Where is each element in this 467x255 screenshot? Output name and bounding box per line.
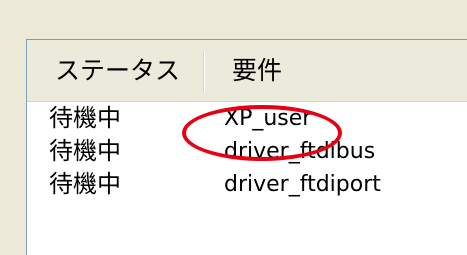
list-row[interactable]: 待機中 driver_ftdiport	[27, 168, 467, 201]
highlight-ellipse	[182, 105, 342, 161]
column-header-requirement[interactable]: 要件	[232, 40, 462, 102]
row-status: 待機中	[49, 104, 121, 132]
list-header: ステータス 要件	[27, 40, 467, 102]
row-requirement: driver_ftdiport	[224, 172, 381, 197]
requirements-list[interactable]: ステータス 要件 待機中 XP_user 待機中 driver_ftdibus …	[26, 39, 467, 255]
row-status: 待機中	[49, 170, 121, 198]
column-header-status[interactable]: ステータス	[55, 40, 225, 102]
row-status: 待機中	[49, 137, 121, 165]
column-divider[interactable]	[203, 50, 205, 94]
